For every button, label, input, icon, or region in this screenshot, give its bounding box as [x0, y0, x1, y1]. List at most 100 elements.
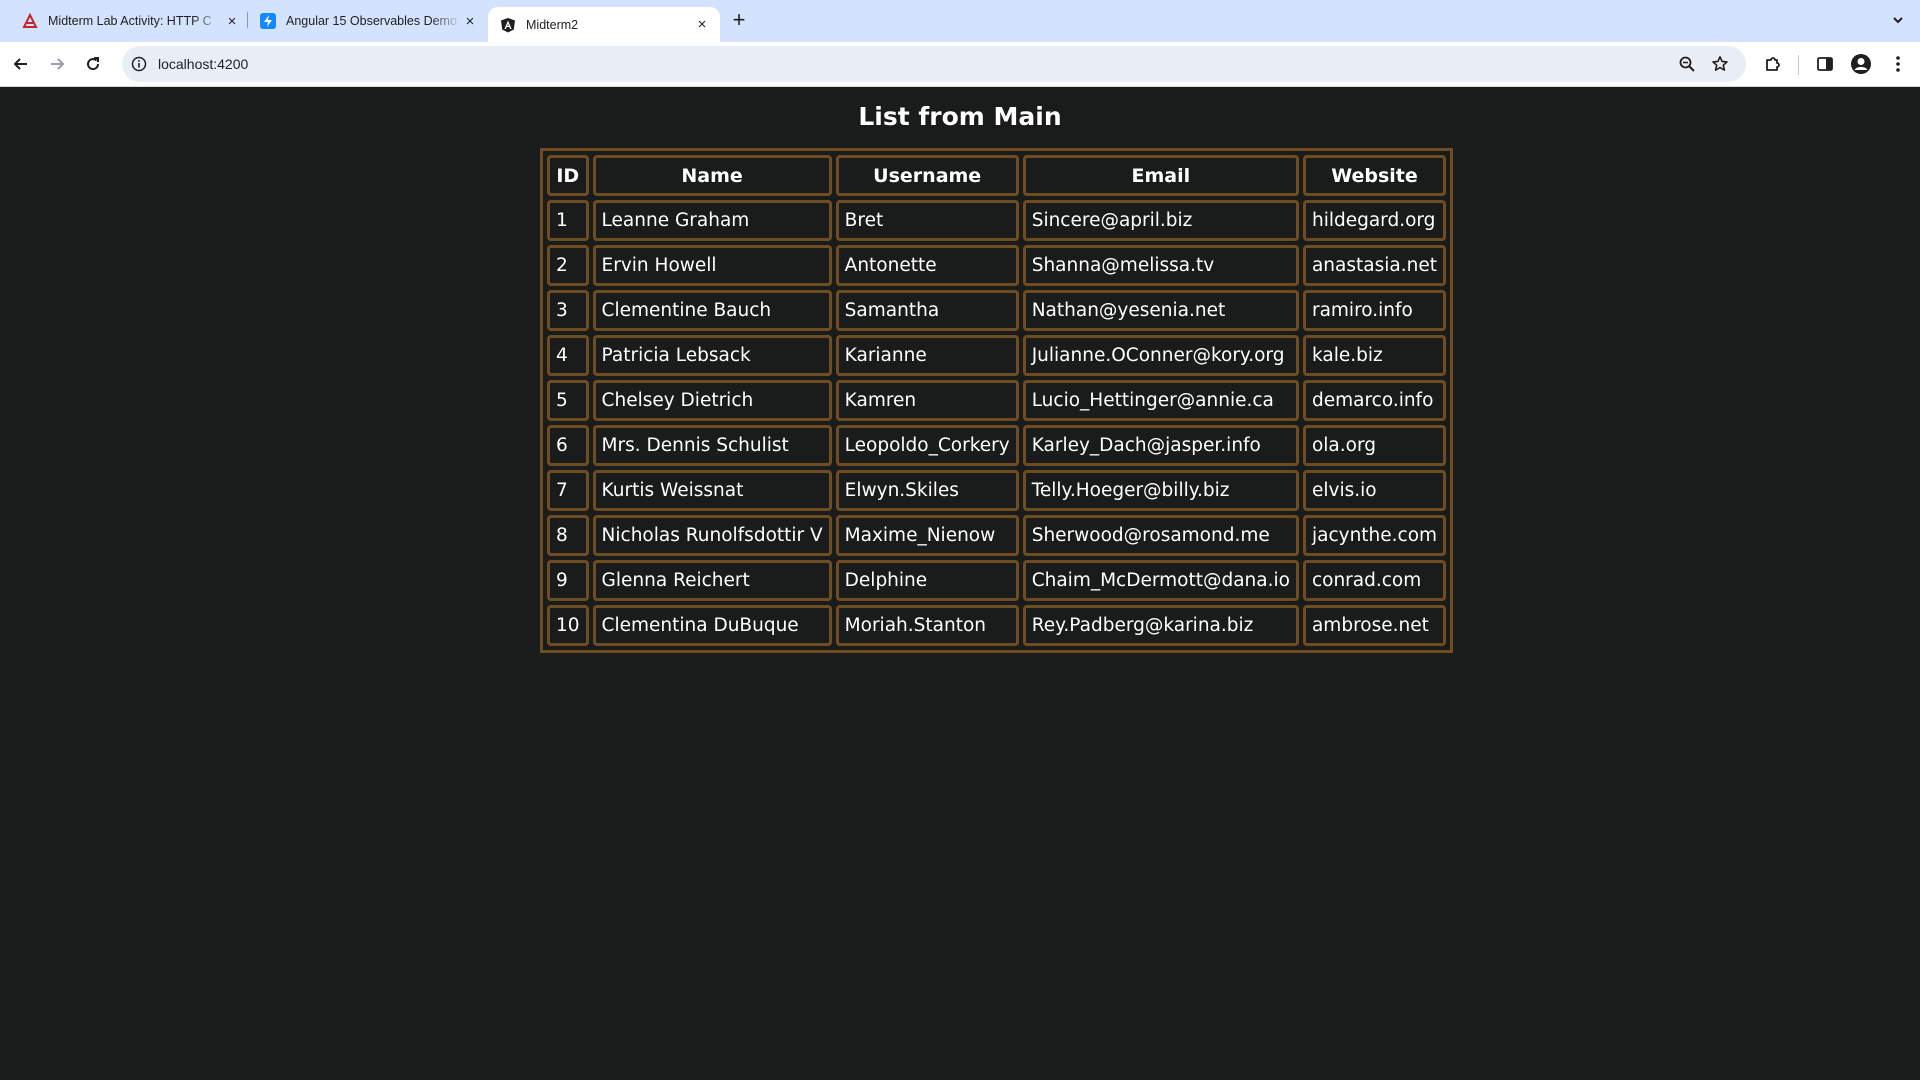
forward-button[interactable] — [44, 51, 70, 77]
column-header-id: ID — [547, 155, 589, 196]
table-row: 5 Chelsey Dietrich Kamren Lucio_Hettinge… — [547, 380, 1447, 421]
stackblitz-icon — [260, 13, 276, 29]
avatar-icon — [1851, 54, 1871, 74]
column-header-website: Website — [1302, 155, 1447, 196]
cell-website: ramiro.info — [1302, 290, 1447, 331]
cell-website: hildegard.org — [1302, 200, 1447, 241]
table-row: 2 Ervin Howell Antonette Shanna@melissa.… — [547, 245, 1447, 286]
tab-title: Angular 15 Observables Demo — [286, 14, 457, 28]
page-title: List from Main — [858, 102, 1062, 131]
tab-midterm2[interactable]: Midterm2 × — [488, 7, 720, 42]
reload-button[interactable] — [80, 51, 106, 77]
cell-name: Mrs. Dennis Schulist — [592, 425, 832, 466]
cell-name: Ervin Howell — [592, 245, 832, 286]
cell-id: 8 — [547, 515, 589, 556]
cell-website: elvis.io — [1302, 470, 1447, 511]
cell-website: ambrose.net — [1302, 605, 1447, 646]
close-icon[interactable]: × — [694, 16, 710, 33]
close-icon[interactable]: × — [224, 13, 240, 30]
cell-email: Telly.Hoeger@billy.biz — [1022, 470, 1299, 511]
cell-name: Kurtis Weissnat — [592, 470, 832, 511]
cell-website: anastasia.net — [1302, 245, 1447, 286]
cell-email: Karley_Dach@jasper.info — [1022, 425, 1299, 466]
cell-id: 10 — [547, 605, 589, 646]
cell-name: Glenna Reichert — [592, 560, 832, 601]
cell-username: Elwyn.Skiles — [835, 470, 1019, 511]
table-row: 6 Mrs. Dennis Schulist Leopoldo_Corkery … — [547, 425, 1447, 466]
cell-id: 2 — [547, 245, 589, 286]
back-button[interactable] — [8, 51, 34, 77]
menu-button[interactable] — [1887, 53, 1909, 75]
table-row: 7 Kurtis Weissnat Elwyn.Skiles Telly.Hoe… — [547, 470, 1447, 511]
cell-username: Samantha — [835, 290, 1019, 331]
table-row: 9 Glenna Reichert Delphine Chaim_McDermo… — [547, 560, 1447, 601]
cell-email: Nathan@yesenia.net — [1022, 290, 1299, 331]
bookmark-star-icon[interactable] — [1711, 55, 1729, 73]
reload-icon — [87, 57, 100, 71]
column-header-email: Email — [1022, 155, 1299, 196]
cell-username: Antonette — [835, 245, 1019, 286]
cell-username: Karianne — [835, 335, 1019, 376]
cell-name: Clementina DuBuque — [592, 605, 832, 646]
cell-email: Julianne.OConner@kory.org — [1022, 335, 1299, 376]
profile-button[interactable] — [1850, 53, 1872, 75]
tab-angular-observables[interactable]: Angular 15 Observables Demo × — [248, 7, 488, 35]
side-panel-icon — [1817, 57, 1833, 71]
cell-username: Delphine — [835, 560, 1019, 601]
close-icon[interactable]: × — [462, 13, 478, 30]
site-info-icon[interactable] — [131, 56, 147, 72]
cell-id: 1 — [547, 200, 589, 241]
cell-website: ola.org — [1302, 425, 1447, 466]
table-row: 10 Clementina DuBuque Moriah.Stanton Rey… — [547, 605, 1447, 646]
cell-id: 4 — [547, 335, 589, 376]
cell-username: Kamren — [835, 380, 1019, 421]
cell-name: Nicholas Runolfsdottir V — [592, 515, 832, 556]
new-tab-button[interactable]: + — [727, 7, 751, 32]
cell-website: kale.biz — [1302, 335, 1447, 376]
tab-strip: Midterm Lab Activity: HTTP C × Angular 1… — [0, 0, 1920, 42]
table-header-row: ID Name Username Email Website — [547, 155, 1447, 196]
cell-name: Clementine Bauch — [592, 290, 832, 331]
side-panel-button[interactable] — [1814, 53, 1836, 75]
users-table: ID Name Username Email Website 1 Leanne … — [540, 148, 1454, 653]
kebab-menu-icon — [1896, 56, 1900, 72]
table-row: 1 Leanne Graham Bret Sincere@april.biz h… — [547, 200, 1447, 241]
column-header-username: Username — [835, 155, 1019, 196]
cell-email: Rey.Padberg@karina.biz — [1022, 605, 1299, 646]
page-viewport: List from Main ID Name Username Email We… — [0, 87, 1920, 1080]
cell-name: Chelsey Dietrich — [592, 380, 832, 421]
puzzle-icon — [1766, 57, 1780, 71]
cell-email: Sherwood@rosamond.me — [1022, 515, 1299, 556]
cell-email: Sincere@april.biz — [1022, 200, 1299, 241]
cell-email: Shanna@melissa.tv — [1022, 245, 1299, 286]
cell-website: jacynthe.com — [1302, 515, 1447, 556]
table-row: 4 Patricia Lebsack Karianne Julianne.OCo… — [547, 335, 1447, 376]
cell-name: Patricia Lebsack — [592, 335, 832, 376]
cell-id: 6 — [547, 425, 589, 466]
extensions-button[interactable] — [1762, 53, 1784, 75]
cell-id: 7 — [547, 470, 589, 511]
cell-username: Maxime_Nienow — [835, 515, 1019, 556]
column-header-name: Name — [592, 155, 832, 196]
url-text[interactable]: localhost:4200 — [158, 46, 248, 82]
cell-username: Moriah.Stanton — [835, 605, 1019, 646]
cell-email: Chaim_McDermott@dana.io — [1022, 560, 1299, 601]
chevron-down-icon — [1893, 17, 1903, 24]
zoom-icon[interactable] — [1678, 55, 1696, 73]
cell-email: Lucio_Hettinger@annie.ca — [1022, 380, 1299, 421]
tab-search-button[interactable] — [1886, 8, 1910, 32]
tab-title: Midterm Lab Activity: HTTP C — [48, 14, 212, 28]
table-row: 8 Nicholas Runolfsdottir V Maxime_Nienow… — [547, 515, 1447, 556]
browser-toolbar: localhost:4200 — [0, 42, 1920, 87]
rubric-icon — [22, 13, 38, 29]
cell-id: 5 — [547, 380, 589, 421]
table-row: 3 Clementine Bauch Samantha Nathan@yesen… — [547, 290, 1447, 331]
tab-midterm-lab-activity[interactable]: Midterm Lab Activity: HTTP C × — [10, 7, 250, 35]
cell-username: Leopoldo_Corkery — [835, 425, 1019, 466]
cell-name: Leanne Graham — [592, 200, 832, 241]
tab-title: Midterm2 — [526, 17, 579, 32]
cell-username: Bret — [835, 200, 1019, 241]
arrow-right-icon — [51, 58, 65, 70]
address-bar[interactable]: localhost:4200 — [122, 46, 1746, 82]
cell-website: conrad.com — [1302, 560, 1447, 601]
